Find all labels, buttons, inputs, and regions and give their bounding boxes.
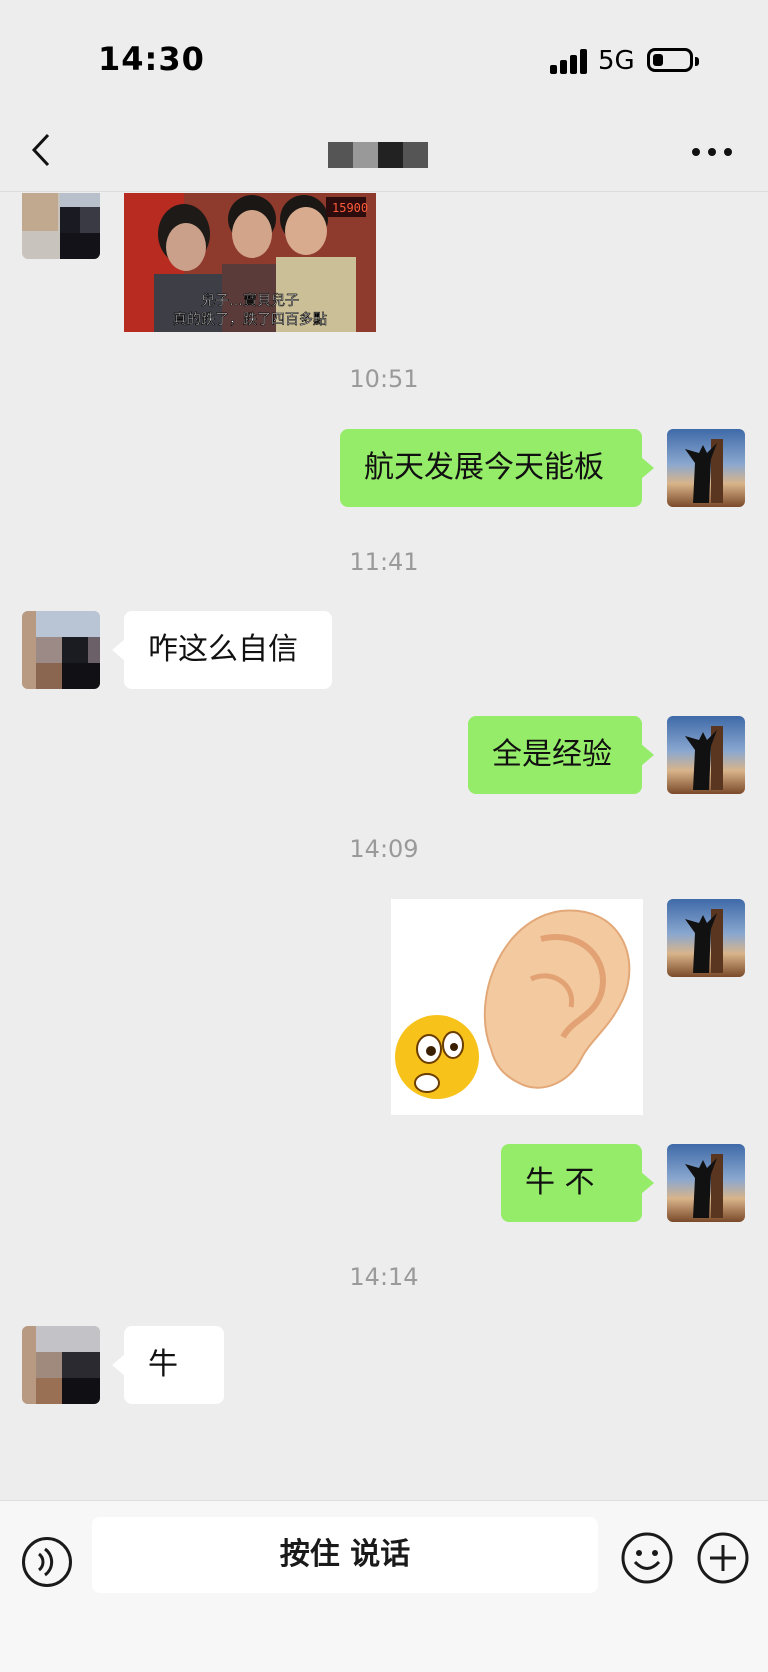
contact-avatar[interactable]	[22, 193, 100, 259]
back-button[interactable]	[28, 130, 58, 170]
ticker-text: 15900	[332, 201, 368, 215]
incoming-message[interactable]: 牛	[112, 1326, 224, 1404]
voice-icon	[37, 1547, 54, 1577]
status-time: 14:30	[98, 40, 205, 78]
chat-header	[0, 120, 768, 192]
ear-emoji-sticker	[395, 909, 631, 1099]
input-bar: 按住 说话	[0, 1500, 768, 1672]
avatar-image	[685, 1154, 723, 1218]
my-avatar[interactable]	[667, 1144, 745, 1222]
avatar-image	[685, 439, 723, 503]
voice-input-button[interactable]	[22, 1537, 72, 1587]
timestamp: 14:14	[349, 1263, 419, 1291]
status-bar: 14:30 5G	[0, 0, 768, 120]
network-type: 5G	[598, 46, 635, 76]
message-list[interactable]: 15900 兒子…寶貝兒子 真的跌了，跌了四百多點 10:51 航天发展今天能板…	[0, 193, 768, 1498]
my-avatar[interactable]	[667, 899, 745, 977]
more-button[interactable]	[692, 142, 742, 162]
sticker-image: 15900 兒子…寶貝兒子 真的跌了，跌了四百多點	[124, 193, 376, 332]
my-avatar[interactable]	[667, 716, 745, 794]
sticker-caption-2: 真的跌了，跌了四百多點	[173, 311, 327, 328]
timestamp: 14:09	[349, 835, 419, 863]
outgoing-message[interactable]: 航天发展今天能板	[340, 429, 654, 507]
emoji-button[interactable]	[620, 1531, 674, 1585]
outgoing-message[interactable]: 牛 不	[501, 1144, 654, 1222]
timestamp: 11:41	[349, 548, 419, 576]
battery-icon	[647, 48, 699, 72]
timestamp: 10:51	[349, 365, 419, 393]
sticker-message-ear[interactable]	[391, 899, 643, 1115]
sticker-message-tv-show[interactable]: 15900 兒子…寶貝兒子 真的跌了，跌了四百多點	[124, 193, 376, 332]
ellipsis-icon	[692, 148, 700, 156]
more-actions-button[interactable]	[696, 1531, 750, 1585]
contact-avatar[interactable]	[22, 1326, 100, 1404]
outgoing-message[interactable]: 全是经验	[468, 716, 654, 794]
incoming-message[interactable]: 咋这么自信	[112, 611, 332, 689]
contact-avatar[interactable]	[22, 611, 100, 689]
plus-icon	[697, 1532, 749, 1584]
signal-icon	[550, 48, 590, 74]
avatar-image	[685, 909, 723, 973]
avatar-image	[685, 726, 723, 790]
hold-to-talk-button[interactable]: 按住 说话	[92, 1517, 598, 1593]
chevron-left-icon	[31, 133, 50, 167]
my-avatar[interactable]	[667, 429, 745, 507]
sticker-caption-1: 兒子…寶貝兒子	[201, 293, 299, 309]
chat-title-redacted	[328, 142, 428, 168]
smiley-icon	[621, 1532, 673, 1584]
